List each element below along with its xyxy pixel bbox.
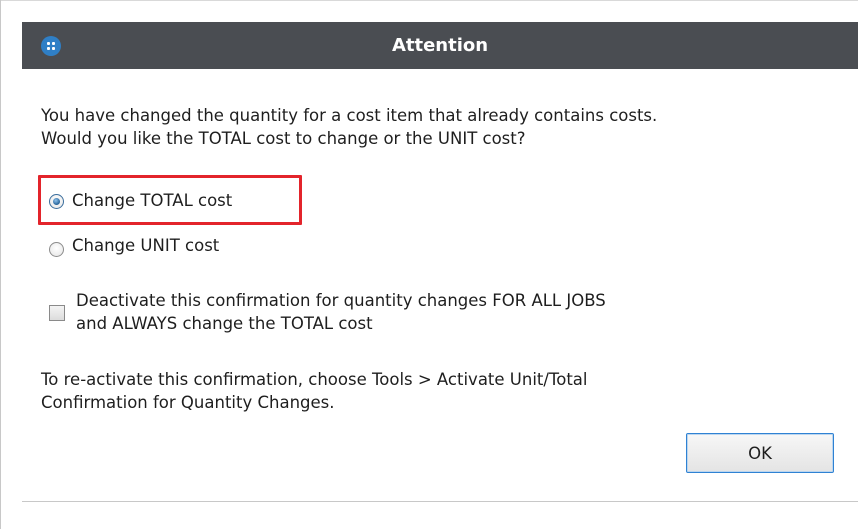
deactivate-confirmation-checkbox[interactable] bbox=[49, 305, 65, 321]
window-frame-left bbox=[0, 0, 1, 529]
total-cost-label[interactable]: Change TOTAL cost bbox=[72, 190, 232, 212]
dialog-titlebar: Attention bbox=[22, 22, 858, 69]
message-line-1: You have changed the quantity for a cost… bbox=[41, 106, 658, 125]
attention-dialog: Attention You have changed the quantity … bbox=[22, 22, 858, 512]
total-cost-radio[interactable] bbox=[49, 194, 64, 209]
radio-selected-dot bbox=[53, 198, 60, 205]
checkbox-label-line-2[interactable]: and ALWAYS change the TOTAL cost bbox=[76, 313, 373, 335]
info-line-1: To re-activate this confirmation, choose… bbox=[41, 370, 588, 389]
checkbox-label-line-1[interactable]: Deactivate this confirmation for quantit… bbox=[76, 290, 606, 312]
dialog-bottom-border bbox=[22, 501, 858, 502]
ok-button[interactable]: OK bbox=[686, 433, 834, 473]
message-line-2: Would you like the TOTAL cost to change … bbox=[41, 129, 526, 148]
info-line-2: Confirmation for Quantity Changes. bbox=[41, 393, 335, 412]
window-frame-top bbox=[0, 0, 858, 1]
unit-cost-radio[interactable] bbox=[49, 242, 64, 257]
dialog-title: Attention bbox=[391, 35, 489, 56]
unit-cost-label[interactable]: Change UNIT cost bbox=[72, 235, 219, 257]
